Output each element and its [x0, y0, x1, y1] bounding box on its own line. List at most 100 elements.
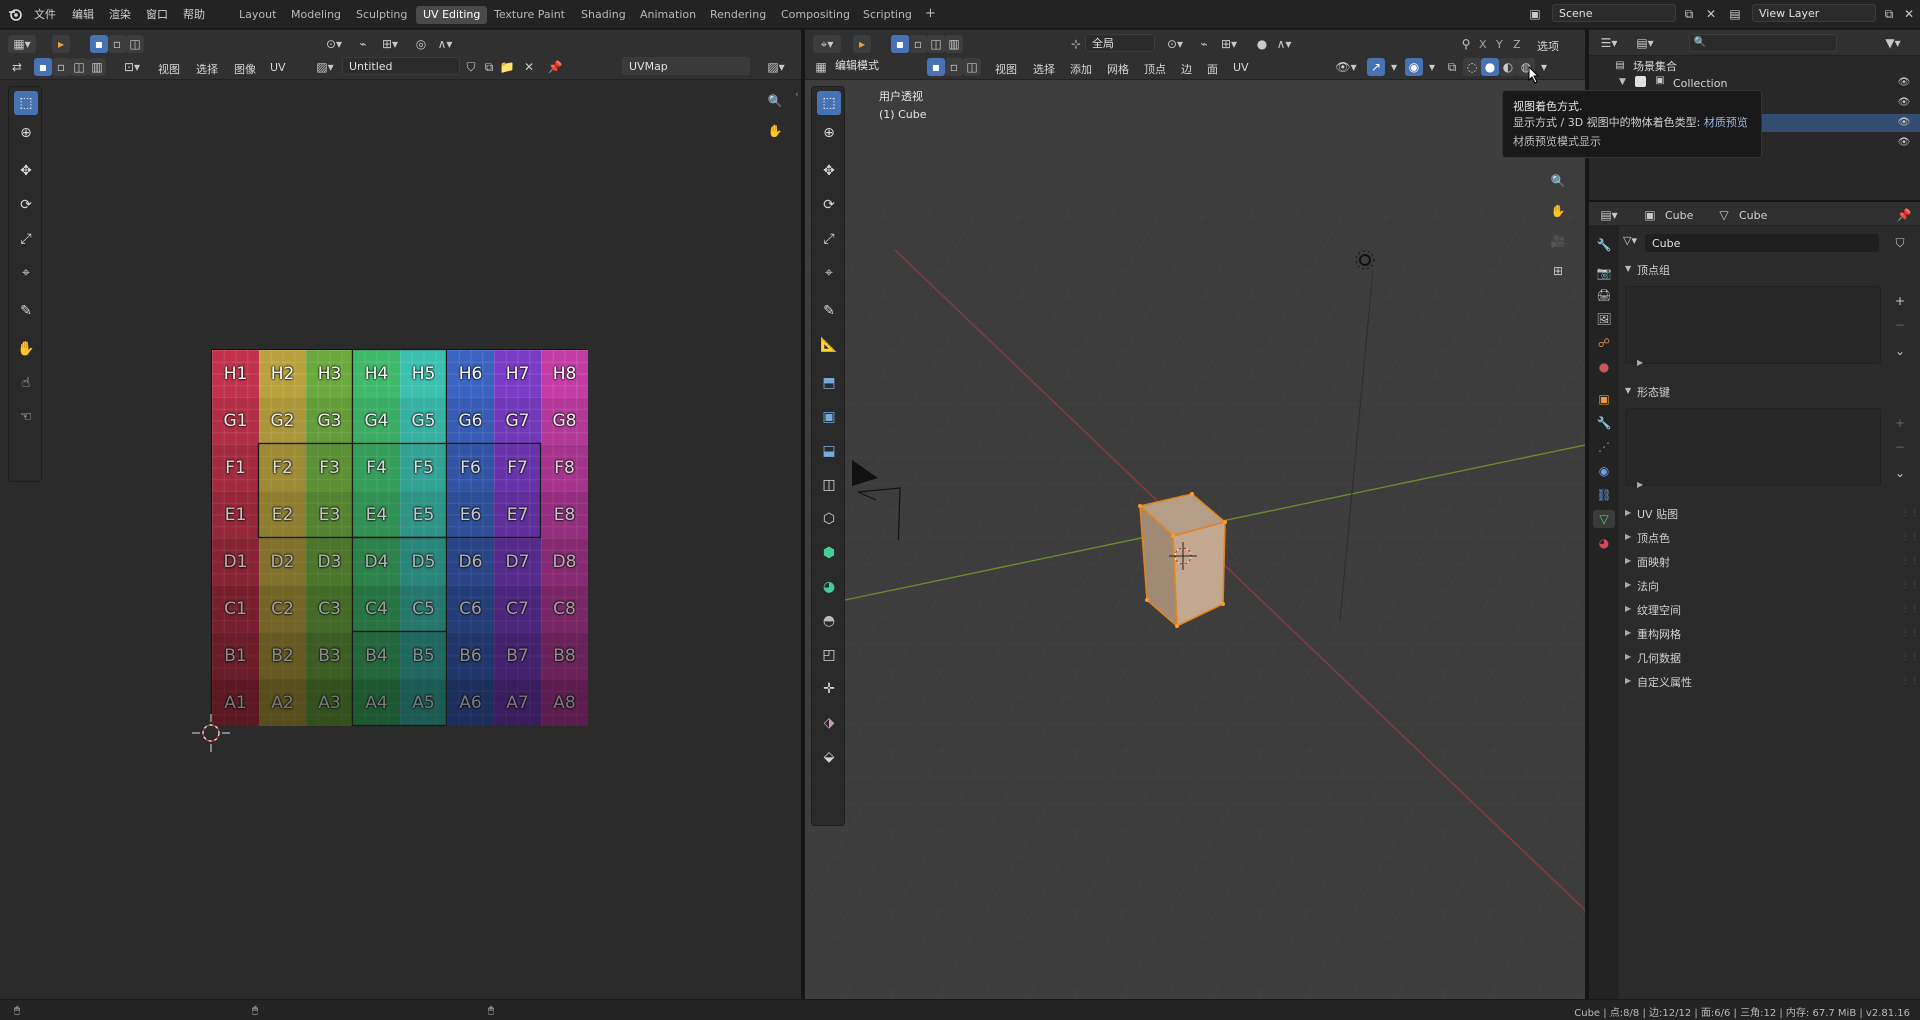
uv-2d-cursor-icon[interactable]	[188, 710, 234, 756]
view-layer-tab-icon[interactable]: 🖼	[1595, 310, 1613, 328]
drag-handle-icon[interactable]: ⋮⋮	[1901, 532, 1919, 542]
knife-tool-icon[interactable]: ⬡	[817, 507, 841, 531]
output-tab-icon[interactable]: 🖨	[1595, 286, 1613, 304]
mesh-data-tab-icon[interactable]: ▽	[1593, 510, 1615, 528]
viewport-zoom-icon[interactable]: 🔍	[1549, 172, 1567, 190]
tab-uv-editing[interactable]: UV Editing	[416, 6, 488, 24]
properties-section-header[interactable]: 几何数据	[1637, 650, 1681, 666]
vp-cursor-tool-icon[interactable]: ⊕	[817, 121, 841, 145]
tab-shading[interactable]: Shading	[574, 6, 633, 24]
orientation-icon[interactable]: ⊹	[1067, 35, 1085, 53]
extrude-tool-icon[interactable]: ⬒	[817, 371, 841, 395]
object-tab-icon[interactable]: ▣	[1595, 390, 1613, 408]
properties-section-header[interactable]: UV 贴图	[1637, 506, 1678, 522]
shading-material-icon[interactable]: ◐	[1499, 58, 1517, 76]
vp-scale-tool-icon[interactable]: ⤢	[817, 227, 841, 251]
section-expand-icon[interactable]: ▶	[1625, 580, 1631, 589]
add-workspace-button[interactable]: +	[918, 4, 943, 22]
new-scene-icon[interactable]: ⧉	[1680, 5, 1698, 23]
vp-measure-tool-icon[interactable]: 📐	[817, 333, 841, 357]
shape-keys-expand-icon[interactable]: ▼	[1625, 386, 1631, 395]
viewport-menu-face[interactable]: 面	[1207, 61, 1218, 77]
light-object-icon[interactable]	[1349, 244, 1381, 276]
shading-wireframe-icon[interactable]: ◌	[1463, 58, 1481, 76]
mesh-edge-select-icon[interactable]: ▫	[945, 58, 963, 76]
menu-window[interactable]: 窗口	[146, 6, 168, 22]
viewport-menu-add[interactable]: 添加	[1070, 61, 1092, 77]
viewport-menu-edge[interactable]: 边	[1181, 61, 1192, 77]
viewport-pivot-icon[interactable]: ⊙▾	[1161, 35, 1189, 53]
properties-section-header[interactable]: 自定义属性	[1637, 674, 1692, 690]
bevel-tool-icon[interactable]: ⬓	[817, 439, 841, 463]
poly-build-tool-icon[interactable]: ⬢	[817, 541, 841, 565]
scene-tab-icon[interactable]: ☍	[1595, 334, 1613, 352]
menu-render[interactable]: 渲染	[109, 6, 131, 22]
cube-mesh[interactable]	[1125, 480, 1265, 630]
tab-rendering[interactable]: Rendering	[703, 6, 773, 24]
overlays-dropdown-icon[interactable]: ▾	[1423, 58, 1441, 76]
breadcrumb-mesh[interactable]: Cube	[1739, 209, 1767, 222]
3d-viewport[interactable]: ⌖▾ ▸ ▪ ▫ ◫ ▥ ⊹ 全局 ⊙▾ ⌁ ⊞▾ ● ∧▾ ⚲ X Y Z 选…	[805, 30, 1585, 999]
shape-keys-header[interactable]: 形态键	[1637, 384, 1670, 400]
section-expand-icon[interactable]: ▶	[1625, 508, 1631, 517]
delete-scene-icon[interactable]: ✕	[1702, 5, 1720, 23]
tab-modeling[interactable]: Modeling	[284, 6, 348, 24]
vertex-group-add-icon[interactable]: +	[1891, 292, 1909, 310]
properties-editor-type-icon[interactable]: ▤▾	[1595, 206, 1623, 224]
viewport-editor-type-icon[interactable]: ⌖▾	[813, 35, 841, 53]
vertex-groups-list-expand-icon[interactable]: ▶	[1637, 358, 1643, 367]
shape-keys-list[interactable]	[1625, 408, 1881, 486]
delete-view-layer-icon[interactable]: ✕	[1900, 5, 1918, 23]
drag-handle-icon[interactable]: ⋮⋮	[1901, 676, 1919, 686]
mesh-browse-icon[interactable]: ▽▾	[1623, 234, 1643, 252]
blender-logo-icon[interactable]	[6, 5, 24, 23]
shrink-fatten-tool-icon[interactable]: ✛	[817, 677, 841, 701]
vp-rotate-tool-icon[interactable]: ⟳	[817, 193, 841, 217]
mesh-fake-user-icon[interactable]: ⛉	[1891, 234, 1909, 252]
section-expand-icon[interactable]: ▶	[1625, 532, 1631, 541]
render-tab-icon[interactable]: 📷	[1595, 264, 1613, 282]
viewport-select-extend-icon[interactable]: ▫	[909, 35, 927, 53]
viewport-menu-mesh[interactable]: 网格	[1107, 61, 1129, 77]
camera-object-icon[interactable]	[840, 430, 910, 540]
overlays-toggle-icon[interactable]: ◉	[1405, 58, 1423, 76]
options-dropdown[interactable]: 选项	[1537, 38, 1559, 54]
collection-visibility-icon[interactable]: 👁	[1895, 74, 1913, 92]
drag-handle-icon[interactable]: ⋮⋮	[1901, 628, 1919, 638]
vp-annotate-tool-icon[interactable]: ✎	[817, 299, 841, 323]
mesh-face-select-icon[interactable]: ◫	[963, 58, 981, 76]
viewport-camera-view-icon[interactable]: 🎥	[1549, 232, 1567, 250]
inset-tool-icon[interactable]: ▣	[817, 405, 841, 429]
vp-transform-tool-icon[interactable]: ⌖	[817, 261, 841, 285]
breadcrumb-object[interactable]: Cube	[1665, 209, 1693, 222]
viewport-menu-vertex[interactable]: 顶点	[1144, 61, 1166, 77]
shape-key-remove-icon[interactable]: −	[1891, 438, 1909, 456]
outliner-search-input[interactable]	[1689, 34, 1837, 52]
collection-label[interactable]: Collection	[1673, 77, 1727, 90]
light-visibility-icon[interactable]: 👁	[1895, 134, 1913, 152]
vertex-groups-expand-icon[interactable]: ▼	[1625, 264, 1631, 273]
viewport-falloff-icon[interactable]: ∧▾	[1271, 35, 1297, 53]
section-expand-icon[interactable]: ▶	[1625, 628, 1631, 637]
collection-expand-icon[interactable]: ▼	[1619, 77, 1626, 87]
gizmo-dropdown-icon[interactable]: ▾	[1385, 58, 1403, 76]
menu-file[interactable]: 文件	[34, 6, 56, 22]
tab-compositing[interactable]: Compositing	[774, 6, 857, 24]
properties-section-header[interactable]: 法向	[1637, 578, 1659, 594]
tab-texture-paint[interactable]: Texture Paint	[487, 6, 572, 24]
viewport-menu-uv[interactable]: UV	[1233, 61, 1249, 74]
properties-section-header[interactable]: 顶点色	[1637, 530, 1670, 546]
visibility-icon[interactable]: 👁▾	[1333, 58, 1359, 76]
viewport-menu-select[interactable]: 选择	[1033, 61, 1055, 77]
shape-keys-list-expand-icon[interactable]: ▶	[1637, 480, 1643, 489]
properties-section-header[interactable]: 重构网格	[1637, 626, 1681, 642]
view-layer-field[interactable]: View Layer	[1752, 4, 1876, 22]
viewport-select-subtract-icon[interactable]: ◫	[927, 35, 945, 53]
vp-move-tool-icon[interactable]: ✥	[817, 159, 841, 183]
loop-cut-tool-icon[interactable]: ◫	[817, 473, 841, 497]
pin-properties-icon[interactable]: 📌	[1895, 206, 1913, 224]
viewport-select-intersect-icon[interactable]: ▥	[945, 35, 963, 53]
material-tab-icon[interactable]: ◕	[1595, 534, 1613, 552]
properties-section-header[interactable]: 纹理空间	[1637, 602, 1681, 618]
vertex-group-remove-icon[interactable]: −	[1891, 316, 1909, 334]
